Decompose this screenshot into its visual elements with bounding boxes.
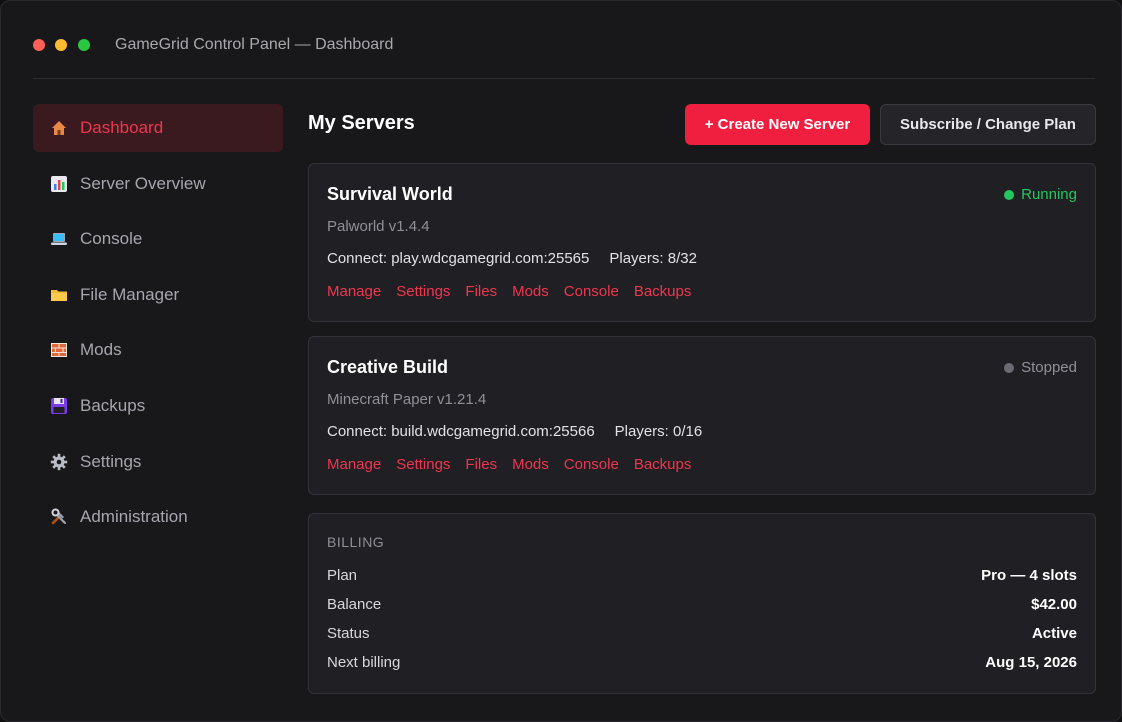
billing-value: $42.00: [1031, 596, 1077, 613]
minimize-window-button[interactable]: [55, 39, 67, 51]
gear-icon: [50, 453, 68, 471]
subscribe-change-plan-button[interactable]: Subscribe / Change Plan: [880, 104, 1096, 145]
server-meta: Connect: build.wdcgamegrid.com:25566 Pla…: [327, 423, 702, 440]
server-name: Survival World: [327, 184, 453, 204]
files-link[interactable]: Files: [465, 456, 497, 473]
server-card-creative-build: Creative Build Stopped Minecraft Paper v…: [308, 336, 1096, 495]
sidebar-item-server-overview[interactable]: Server Overview: [33, 160, 283, 208]
backups-link[interactable]: Backups: [634, 283, 692, 300]
sidebar-item-label: Administration: [80, 507, 188, 527]
sidebar-item-administration[interactable]: Administration: [33, 493, 283, 541]
manage-link[interactable]: Manage: [327, 456, 381, 473]
tools-icon: [50, 508, 68, 526]
manage-link[interactable]: Manage: [327, 283, 381, 300]
server-players: Players: 8/32: [609, 250, 697, 267]
status-text: Running: [1021, 186, 1077, 203]
app-window: GameGrid Control Panel — Dashboard Dashb…: [0, 0, 1122, 722]
status-badge: Stopped: [1004, 359, 1077, 376]
server-name: Creative Build: [327, 357, 449, 377]
sidebar-item-settings[interactable]: Settings: [33, 438, 283, 486]
server-meta: Connect: play.wdcgamegrid.com:25565 Play…: [327, 250, 697, 267]
floppy-disk-icon: [50, 397, 68, 415]
sidebar-item-file-manager[interactable]: File Manager: [33, 271, 283, 319]
server-game-version: Palworld v1.4.4: [327, 218, 430, 235]
settings-link[interactable]: Settings: [396, 283, 450, 300]
backups-link[interactable]: Backups: [634, 456, 692, 473]
window-title: GameGrid Control Panel — Dashboard: [115, 36, 394, 53]
close-window-button[interactable]: [33, 39, 45, 51]
title-divider: [33, 78, 1095, 79]
billing-value: Active: [1031, 625, 1077, 642]
main-content: My Servers + Create New Server Subscribe…: [308, 104, 1096, 708]
status-badge: Running: [1004, 186, 1077, 203]
sidebar-item-label: Settings: [80, 451, 142, 471]
sidebar-item-label: Server Overview: [80, 173, 206, 193]
billing-row-next-billing: Next billing Aug 15, 2026: [327, 654, 1077, 676]
brick-icon: [50, 341, 68, 359]
billing-value: Pro — 4 slots: [981, 567, 1077, 584]
folder-icon: [50, 286, 68, 304]
console-link[interactable]: Console: [564, 456, 619, 473]
billing-row-balance: Balance $42.00: [327, 596, 1077, 618]
main-header: My Servers + Create New Server Subscribe…: [308, 104, 1096, 145]
status-dot-icon: [1004, 189, 1015, 200]
server-card-survival-world: Survival World Running Palworld v1.4.4 C…: [308, 163, 1096, 322]
title-bar: GameGrid Control Panel — Dashboard: [1, 1, 1121, 79]
server-players: Players: 0/16: [614, 423, 703, 440]
files-link[interactable]: Files: [465, 283, 497, 300]
server-connect-address: Connect: build.wdcgamegrid.com:25566: [327, 423, 595, 440]
billing-value: Aug 15, 2026: [985, 654, 1077, 671]
billing-card: BILLING Plan Pro — 4 slots Balance $42.0…: [308, 513, 1096, 694]
billing-heading: BILLING: [327, 534, 385, 550]
sidebar: Dashboard Server Overview Console File M…: [33, 104, 283, 549]
page-title: My Servers: [308, 112, 415, 134]
mods-link[interactable]: Mods: [512, 456, 549, 473]
server-connect-address: Connect: play.wdcgamegrid.com:25565: [327, 250, 590, 267]
laptop-icon: [50, 230, 68, 248]
billing-row-plan: Plan Pro — 4 slots: [327, 567, 1077, 589]
sidebar-item-label: Mods: [80, 340, 122, 360]
settings-link[interactable]: Settings: [396, 456, 450, 473]
billing-key: Balance: [327, 596, 382, 613]
house-icon: [50, 119, 68, 137]
billing-key: Status: [327, 625, 370, 642]
sidebar-item-console[interactable]: Console: [33, 215, 283, 263]
server-game-version: Minecraft Paper v1.21.4: [327, 391, 487, 408]
status-text: Stopped: [1021, 359, 1077, 376]
console-link[interactable]: Console: [564, 283, 619, 300]
create-new-server-button[interactable]: + Create New Server: [685, 104, 870, 145]
status-dot-icon: [1004, 362, 1015, 373]
sidebar-item-mods[interactable]: Mods: [33, 326, 283, 374]
sidebar-item-label: Console: [80, 229, 143, 249]
billing-row-status: Status Active: [327, 625, 1077, 647]
sidebar-item-label: File Manager: [80, 284, 180, 304]
maximize-window-button[interactable]: [78, 39, 90, 51]
billing-key: Next billing: [327, 654, 401, 671]
bar-chart-icon: [50, 175, 68, 193]
sidebar-item-label: Dashboard: [80, 118, 164, 137]
server-actions: Manage Settings Files Mods Console Backu…: [327, 456, 691, 473]
sidebar-item-label: Backups: [80, 395, 146, 415]
sidebar-item-backups[interactable]: Backups: [33, 382, 283, 430]
mods-link[interactable]: Mods: [512, 283, 549, 300]
server-actions: Manage Settings Files Mods Console Backu…: [327, 283, 691, 300]
sidebar-item-dashboard[interactable]: Dashboard: [33, 104, 283, 152]
billing-key: Plan: [327, 567, 358, 584]
